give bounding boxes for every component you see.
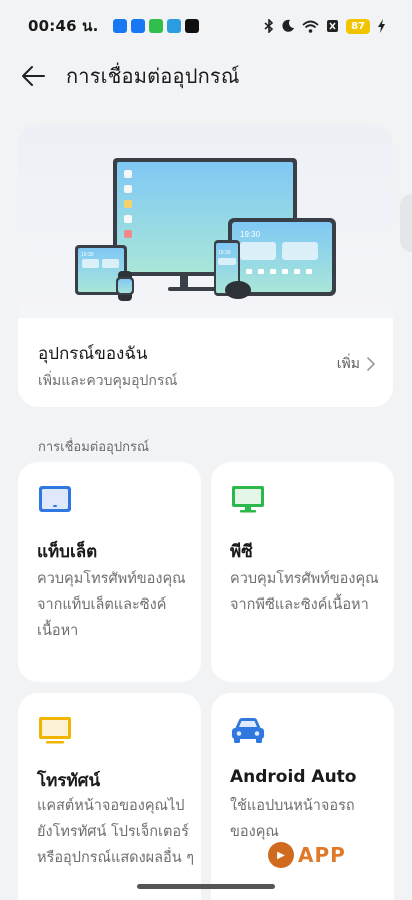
tile-title: แท็บเล็ต [37,542,98,562]
tile-tablet[interactable]: แท็บเล็ต ควบคุมโทรศัพท์ของคุณจากแท็บเล็ต… [18,462,201,682]
tiktok-icon [184,19,199,33]
app-header: การเชื่อมต่ออุปกรณ์ [0,52,412,100]
edge-panel-handle[interactable] [400,194,412,252]
tile-tv[interactable]: โทรทัศน์ แคสต์หน้าจอของคุณไปยังโทรทัศน์ … [18,693,201,900]
tablet-clock-text: 19:30 [240,230,261,239]
section-label: การเชื่อมต่ออุปกรณ์ [38,440,150,455]
tile-pc[interactable]: พีซี ควบคุมโทรศัพท์ของคุณจากพีซีและซิงค์… [211,462,394,682]
my-devices-row[interactable]: อุปกรณ์ของฉัน เพิ่มและควบคุมอุปกรณ์ เพิ่… [18,318,393,407]
back-arrow-icon[interactable] [20,64,46,88]
no-sim-icon [327,20,339,32]
facebook-icon [112,19,127,33]
tile-title: Android Auto [230,767,357,787]
my-devices-subtitle: เพิ่มและควบคุมอุปกรณ์ [38,373,178,389]
page-title: การเชื่อมต่ออุปกรณ์ [66,64,240,88]
tile-description: ควบคุมโทรศัพท์ของคุณจากพีซีและซิงค์เนื้อ… [230,571,379,613]
car-icon [232,718,264,743]
charging-icon [378,19,385,33]
devices-illustration: 19:30 19:30 19:30 [18,124,393,318]
tile-title: พีซี [230,542,253,562]
messages-icon [166,19,181,33]
tv-icon [39,717,71,744]
watermark-text: APP [298,843,346,867]
tile-title: โทรทัศน์ [37,771,101,791]
home-indicator[interactable] [137,884,275,889]
line-icon [148,19,163,33]
tile-description: ควบคุมโทรศัพท์ของคุณจากแท็บเล็ตและซิงค์เ… [37,571,186,639]
tablet-icon [39,486,71,512]
monitor-icon [232,486,264,513]
status-bar: 00:46 น. 87 [0,0,412,52]
add-device-label: เพิ่ม [336,356,360,372]
status-time: 00:46 น. [28,17,99,35]
my-devices-title: อุปกรณ์ของฉัน [38,344,148,364]
phone-clock-text: 19:30 [218,250,231,256]
tile-android-auto[interactable]: Android Auto ใช้แอปบนหน้าจอรถของคุณ [211,693,394,900]
system-icons: 87 [264,18,386,34]
chevron-right-icon [367,357,375,371]
devices-illustration-art: 19:30 19:30 19:30 [75,158,336,301]
bluetooth-icon [264,19,274,33]
battery-icon: 87 [346,18,370,34]
facebook-icon [130,19,145,33]
my-devices-card[interactable]: 19:30 19:30 19:30 อุปกรณ์ของฉัน เพิ่มและ… [18,124,393,407]
tile-description: ใช้แอปบนหน้าจอรถของคุณ [230,798,355,840]
watermark-badge-icon: ▶ [268,842,294,868]
wifi-icon [302,20,319,33]
tile-description: แคสต์หน้าจอของคุณไปยังโทรทัศน์ โปรเจ็กเต… [37,798,195,866]
add-device-button[interactable]: เพิ่ม [337,353,375,375]
notification-icons [112,19,199,33]
watermark-logo: ▶ APP [268,842,346,868]
small-tablet-clock-text: 19:30 [81,252,94,258]
moon-icon [282,19,295,32]
